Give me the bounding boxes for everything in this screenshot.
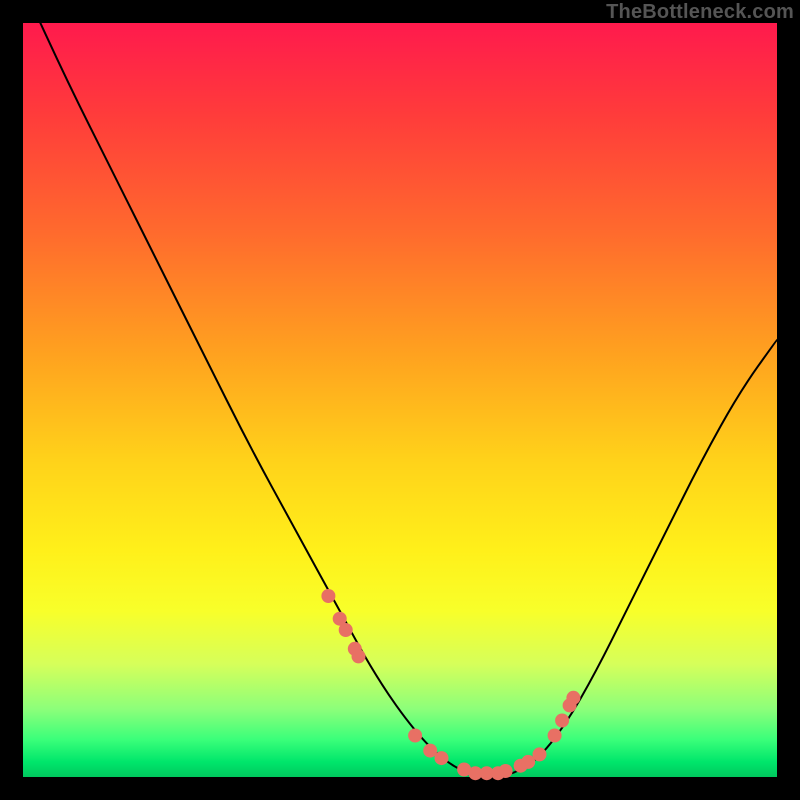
plot-area (23, 23, 777, 777)
highlight-dots-group (321, 589, 580, 780)
highlight-dot (555, 714, 569, 728)
chart-frame: TheBottleneck.com (0, 0, 800, 800)
bottleneck-curve (23, 0, 777, 777)
highlight-dot (352, 649, 366, 663)
highlight-dot (548, 729, 562, 743)
highlight-dot (533, 747, 547, 761)
highlight-dot (339, 623, 353, 637)
watermark-text: TheBottleneck.com (606, 2, 794, 22)
highlight-dot (408, 729, 422, 743)
highlight-dot (321, 589, 335, 603)
highlight-dot (435, 751, 449, 765)
chart-svg (23, 23, 777, 777)
highlight-dot (499, 764, 513, 778)
highlight-dot (566, 691, 580, 705)
